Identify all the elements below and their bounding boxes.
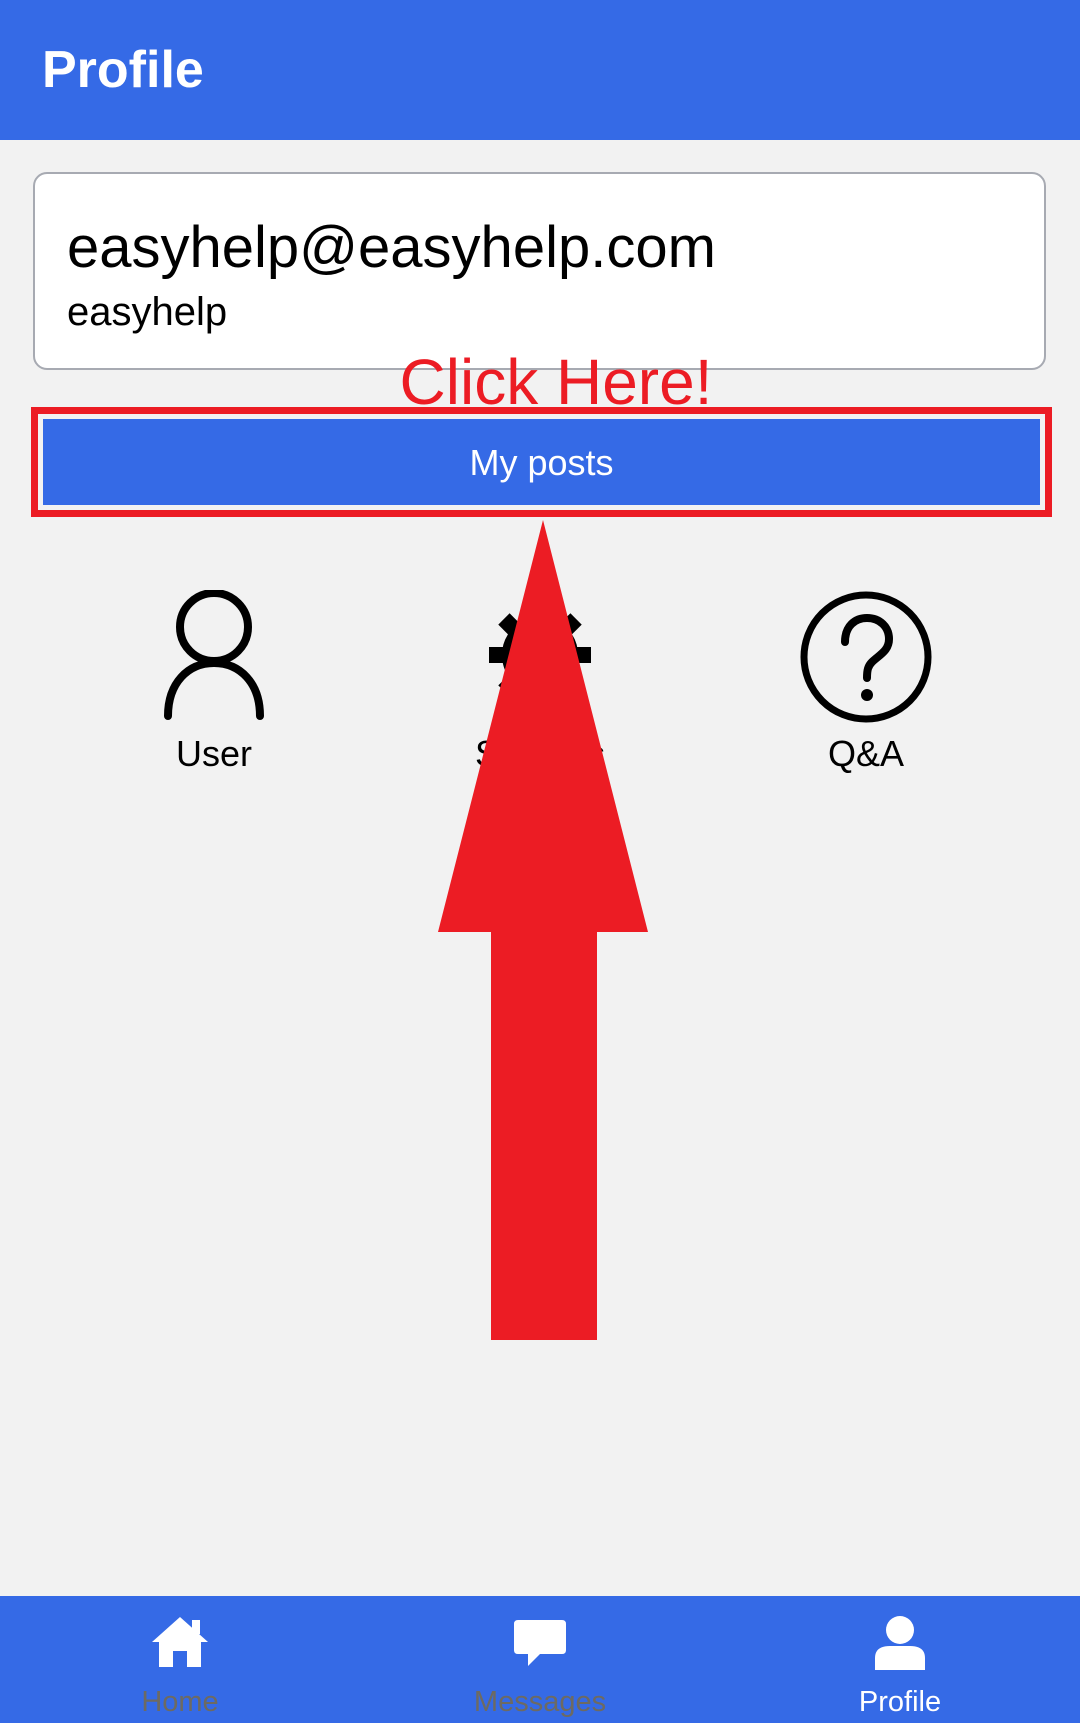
nav-label: Messages — [473, 1686, 607, 1718]
nav-label: Profile — [858, 1686, 942, 1718]
up-arrow-annotation — [438, 520, 648, 1340]
nav-messages[interactable]: Messages — [410, 1596, 670, 1723]
bottom-navigation: Home Messages Profile — [0, 1596, 1080, 1723]
nav-home[interactable]: Home — [50, 1596, 310, 1723]
account-username: easyhelp — [67, 290, 228, 334]
nav-profile[interactable]: Profile — [770, 1596, 1030, 1723]
page-title: Profile — [42, 41, 204, 99]
nav-label: Home — [141, 1686, 219, 1718]
shortcut-user[interactable]: User — [124, 590, 304, 780]
shortcut-label: Q&A — [827, 733, 905, 774]
shortcut-qa[interactable]: Q&A — [776, 590, 956, 780]
top-app-bar: Profile — [0, 0, 1080, 140]
user-icon — [124, 590, 304, 720]
my-posts-button[interactable]: My posts — [43, 419, 1040, 505]
account-card: easyhelp@easyhelp.com easyhelp — [33, 172, 1046, 370]
question-icon — [776, 590, 956, 724]
shortcut-label: User — [175, 733, 252, 774]
account-email: easyhelp@easyhelp.com — [67, 215, 716, 280]
